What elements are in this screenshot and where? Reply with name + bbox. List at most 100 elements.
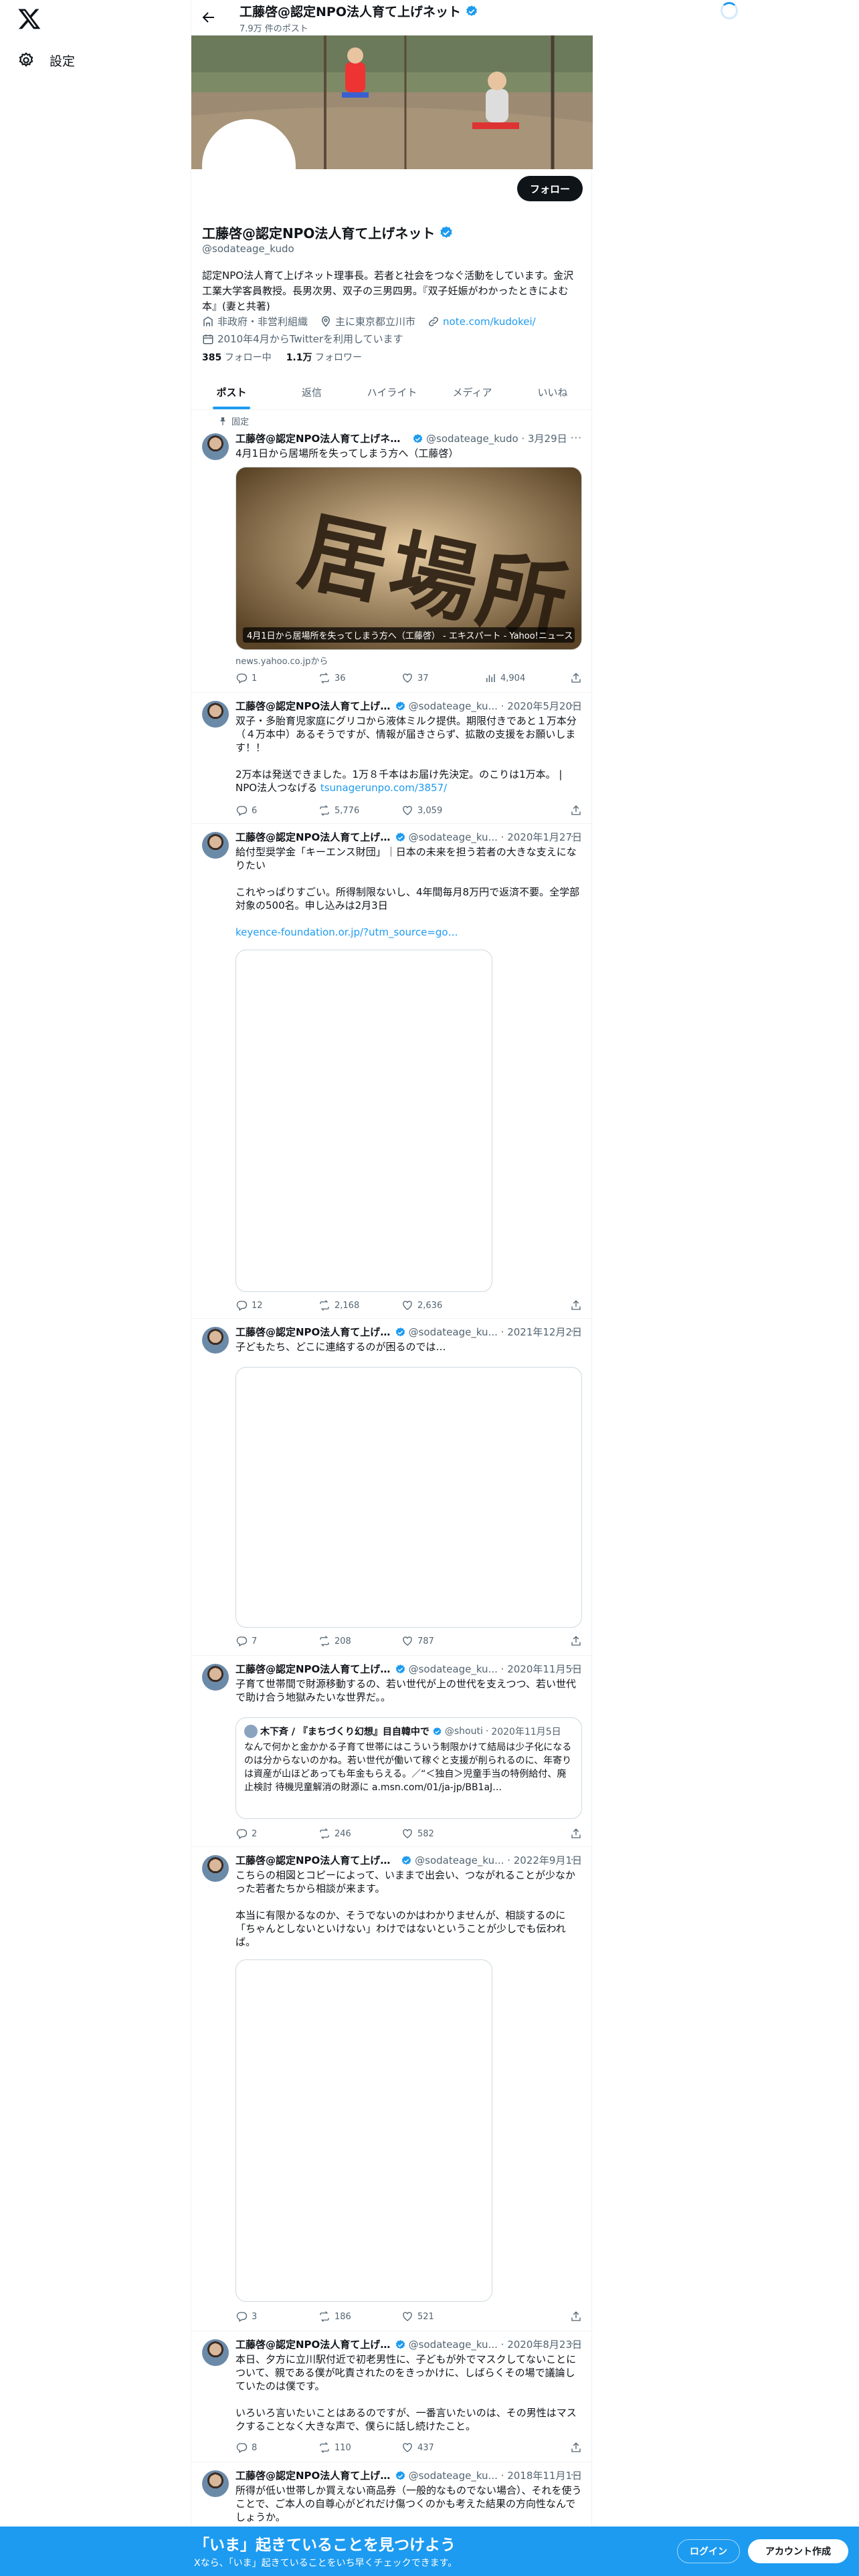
share-button[interactable] [570,1299,582,1311]
profile-website-link[interactable]: note.com/kudokei/ [443,313,536,330]
like-button[interactable]: 2,636 [401,1299,484,1311]
post-item[interactable]: 工藤啓@認定NPO法人育て上げネット @sodateage_ku... · 20… [191,1847,593,2331]
gear-icon [17,51,35,69]
share-button[interactable] [570,804,582,817]
post-author-name[interactable]: 工藤啓@認定NPO法人育て上げネット [235,1325,392,1339]
more-options-icon[interactable]: ··· [571,2338,582,2350]
follow-button[interactable]: フォロー [517,176,583,201]
tab-media[interactable]: メディア [432,374,512,409]
post-author-name[interactable]: 工藤啓@認定NPO法人育て上げネット [235,2338,392,2351]
post-item[interactable]: 工藤啓@認定NPO法人育て上げネット @sodateage_kudo · 3月2… [191,425,593,693]
nav-settings[interactable]: 設定 [17,47,75,74]
reply-button[interactable]: 7 [235,1635,318,1647]
post-avatar[interactable] [202,2339,229,2366]
more-options-icon[interactable]: ··· [571,432,582,444]
like-button[interactable]: 3,059 [401,804,484,817]
profile-header-bar: 工藤啓@認定NPO法人育て上げネット 7.9万 件のポスト [191,0,593,35]
like-button[interactable]: 437 [401,2442,484,2454]
repost-button[interactable]: 208 [318,1635,401,1647]
following-stat[interactable]: 385 フォロー中 [202,350,272,364]
repost-button[interactable]: 5,776 [318,804,401,817]
more-options-icon[interactable]: ··· [571,700,582,712]
profile-website[interactable]: note.com/kudokei/ [427,313,536,330]
back-arrow-icon[interactable] [201,9,217,25]
share-button[interactable] [570,2311,582,2323]
reply-button[interactable]: 6 [235,804,318,817]
signup-button[interactable]: アカウント作成 [748,2539,848,2563]
post-link[interactable]: keyence-foundation.or.jp/?utm_source=go… [235,926,458,938]
post-avatar[interactable] [202,1664,229,1691]
verified-badge-icon [412,433,423,445]
like-button[interactable]: 37 [401,672,484,684]
repost-button[interactable]: 2,168 [318,1299,401,1311]
like-button[interactable]: 521 [401,2311,484,2323]
like-button[interactable]: 787 [401,1635,484,1647]
more-options-icon[interactable]: ··· [571,1325,582,1337]
link-card[interactable]: 居場所 4月1日から居場所を失ってしまう方へ（工藤啓） - エキスパート - Y… [235,467,582,650]
post-item[interactable]: 工藤啓@認定NPO法人育て上げネット @sodateage_ku... · 20… [191,1656,593,1847]
post-date[interactable]: 3月29日 [528,432,567,445]
post-author-name[interactable]: 工藤啓@認定NPO法人育て上げネット [235,432,409,445]
post-item[interactable]: 工藤啓@認定NPO法人育て上げネット @sodateage_ku... · 20… [191,824,593,1319]
post-media[interactable] [235,950,492,1292]
repost-button[interactable]: 110 [318,2442,401,2454]
post-item[interactable]: 工藤啓@認定NPO法人育て上げネット @sodateage_ku... · 20… [191,1319,593,1656]
verified-badge-icon [432,1727,442,1737]
share-button[interactable] [570,672,582,684]
more-options-icon[interactable]: ··· [571,831,582,843]
post-author-name[interactable]: 工藤啓@認定NPO法人育て上げネット [235,1854,398,1867]
post-handle[interactable]: @sodateage_ku... [409,2338,498,2351]
post-author-name[interactable]: 工藤啓@認定NPO法人育て上げネット [235,700,392,713]
reply-button[interactable]: 8 [235,2442,318,2454]
post-media[interactable] [235,1367,582,1628]
login-button[interactable]: ログイン [677,2539,740,2563]
post-item[interactable]: 工藤啓@認定NPO法人育て上げネット @sodateage_ku... · 20… [191,2331,593,2462]
more-options-icon[interactable]: ··· [571,1854,582,1866]
followers-stat[interactable]: 1.1万 フォロワー [286,350,362,364]
post-link[interactable]: tsunagerunpo.com/3857/ [320,782,447,794]
share-button[interactable] [570,1635,582,1647]
like-button[interactable]: 582 [401,1828,484,1840]
share-button[interactable] [570,1828,582,1840]
post-handle[interactable]: @sodateage_ku... [409,2469,498,2482]
more-options-icon[interactable]: ··· [571,1662,582,1675]
reply-button[interactable]: 3 [235,2311,318,2323]
post-handle[interactable]: @sodateage_ku... [409,1325,498,1339]
quote-tweet[interactable]: 木下斉 / 『まちづくり幻想』目自韓中で @shouti · 2020年11月5… [235,1717,582,1819]
repost-button[interactable]: 246 [318,1828,401,1840]
repost-button[interactable]: 186 [318,2311,401,2323]
post-avatar[interactable] [202,1327,229,1354]
post-handle[interactable]: @sodateage_kudo [426,432,518,445]
x-logo-icon[interactable] [17,7,41,31]
post-item[interactable]: 工藤啓@認定NPO法人育て上げネット @sodateage_ku... · 20… [191,693,593,824]
tab-likes[interactable]: いいね [512,374,593,409]
post-media[interactable] [235,1959,492,2302]
views-button[interactable]: 4,904 [484,672,567,684]
post-handle[interactable]: @sodateage_ku... [415,1854,504,1867]
post-avatar[interactable] [202,1855,229,1882]
post-avatar[interactable] [202,2470,229,2497]
reply-button[interactable]: 12 [235,1299,318,1311]
reply-button[interactable]: 2 [235,1828,318,1840]
post-separator: · [497,700,508,712]
more-options-icon[interactable]: ··· [571,2469,582,2481]
reply-button[interactable]: 1 [235,672,318,684]
tab-replies[interactable]: 返信 [272,374,352,409]
repost-button[interactable]: 36 [318,672,401,684]
post-handle[interactable]: @sodateage_ku... [409,1662,498,1676]
post-handle[interactable]: @sodateage_ku... [409,831,498,844]
post-separator: · [497,2339,508,2351]
profile-avatar[interactable] [202,119,296,213]
post-avatar[interactable] [202,832,229,859]
post-author-name[interactable]: 工藤啓@認定NPO法人育て上げネット [235,1662,392,1676]
post-author-name[interactable]: 工藤啓@認定NPO法人育て上げネット [235,2469,392,2482]
post-handle[interactable]: @sodateage_ku... [409,700,498,713]
post-avatar[interactable] [202,701,229,728]
tab-highlights[interactable]: ハイライト [352,374,432,409]
link-card-source[interactable]: news.yahoo.co.jpから [235,654,328,667]
post-author-name[interactable]: 工藤啓@認定NPO法人育て上げネット [235,831,392,844]
reply-icon [235,1299,248,1311]
share-button[interactable] [570,2442,582,2454]
post-avatar[interactable] [202,433,229,460]
tab-posts[interactable]: ポスト [191,374,272,409]
